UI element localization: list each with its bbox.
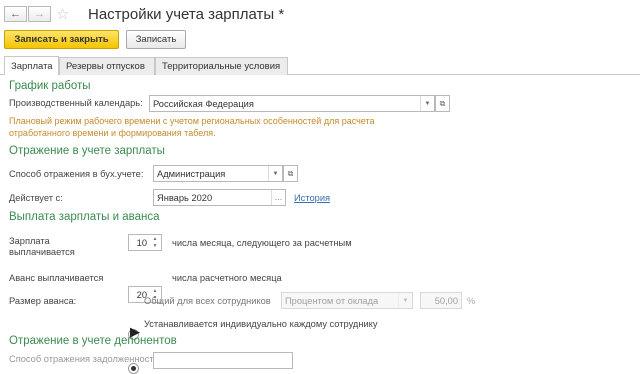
spin-arrows-icon[interactable]: ▲ ▼ — [150, 236, 160, 250]
section-title-payment: Выплата зарплаты и аванса — [9, 211, 160, 223]
effective-date-value: Январь 2020 — [157, 192, 213, 203]
tab-salary[interactable]: Зарплата — [4, 56, 59, 75]
salary-label-line2: выплачивается — [9, 247, 75, 257]
dropdown-icon[interactable]: ▼ — [268, 166, 282, 181]
save-and-close-button[interactable]: Записать и закрыть — [4, 30, 119, 49]
deponents-select[interactable] — [153, 352, 293, 369]
salary-day-value: 10 — [136, 237, 147, 248]
salary-day-stepper[interactable]: 10 ▲ ▼ — [128, 234, 162, 251]
salary-day-suffix: числа месяца, следующего за расчетным — [172, 238, 352, 248]
arrow-right-icon: → — [34, 8, 45, 20]
calendar-select[interactable]: Российская Федерация ▼ — [149, 95, 435, 112]
page-title: Настройки учета зарплаты * — [88, 6, 285, 23]
ellipsis-icon[interactable]: … — [271, 190, 285, 205]
section-title-schedule: График работы — [9, 80, 91, 92]
dropdown-icon[interactable]: ▼ — [420, 96, 434, 111]
open-method-button[interactable]: ⧉ — [283, 165, 298, 182]
calendar-label: Производственный календарь: — [9, 98, 143, 108]
calendar-hint-line2: отработанного времени и формирования таб… — [9, 128, 216, 138]
salary-paid-label: Зарплата выплачивается — [9, 236, 75, 258]
section-title-reflection: Отражение в учете зарплаты — [9, 145, 165, 157]
tab-territorial-conditions[interactable]: Территориальные условия — [155, 57, 288, 75]
history-link[interactable]: История — [294, 193, 330, 203]
forward-button[interactable]: → — [28, 6, 51, 22]
open-calendar-button[interactable]: ⧉ — [435, 95, 450, 112]
advance-paid-label: Аванс выплачивается — [9, 273, 104, 283]
option-individual-label: Устанавливается индивидуально каждому со… — [144, 319, 378, 329]
tab-vacation-reserves[interactable]: Резервы отпусков — [59, 57, 155, 75]
open-link-icon: ⧉ — [439, 98, 446, 108]
section-title-deponents: Отражение в учете депонентов — [9, 335, 177, 347]
advance-day-suffix: числа расчетного месяца — [172, 273, 282, 283]
calendar-hint-line1: Плановый режим рабочего времени с учетом… — [9, 116, 375, 126]
back-button[interactable]: ← — [4, 6, 27, 22]
favorite-icon[interactable]: ☆ — [56, 5, 69, 23]
arrow-left-icon: ← — [10, 8, 21, 20]
percent-sign: % — [467, 296, 476, 306]
tab-label: Территориальные условия — [162, 61, 281, 72]
tab-label: Зарплата — [11, 60, 53, 72]
salary-label-line1: Зарплата — [9, 236, 50, 246]
method-value: Администрация — [157, 168, 226, 179]
percent-mode-select[interactable]: Процентом от оклада ▼ — [281, 292, 413, 309]
option-common-label: Общий для всех сотрудников — [144, 296, 271, 306]
percent-mode-value: Процентом от оклада — [285, 295, 379, 306]
tab-label: Резервы отпусков — [66, 61, 145, 72]
effective-date-label: Действует с: — [9, 193, 63, 203]
effective-date-field[interactable]: Январь 2020 … — [153, 189, 286, 206]
open-link-icon: ⧉ — [287, 168, 294, 178]
percent-value: 50,00 — [434, 295, 458, 306]
percent-value-field[interactable]: 50,00 — [420, 292, 462, 309]
method-select[interactable]: Администрация ▼ — [153, 165, 283, 182]
advance-size-label: Размер аванса: — [9, 296, 77, 306]
radio-individual-advance[interactable] — [128, 363, 139, 374]
save-button[interactable]: Записать — [126, 30, 186, 49]
method-label: Способ отражения в бух.учете: — [9, 169, 144, 179]
dropdown-icon[interactable]: ▼ — [398, 293, 412, 308]
calendar-value: Российская Федерация — [153, 98, 254, 109]
